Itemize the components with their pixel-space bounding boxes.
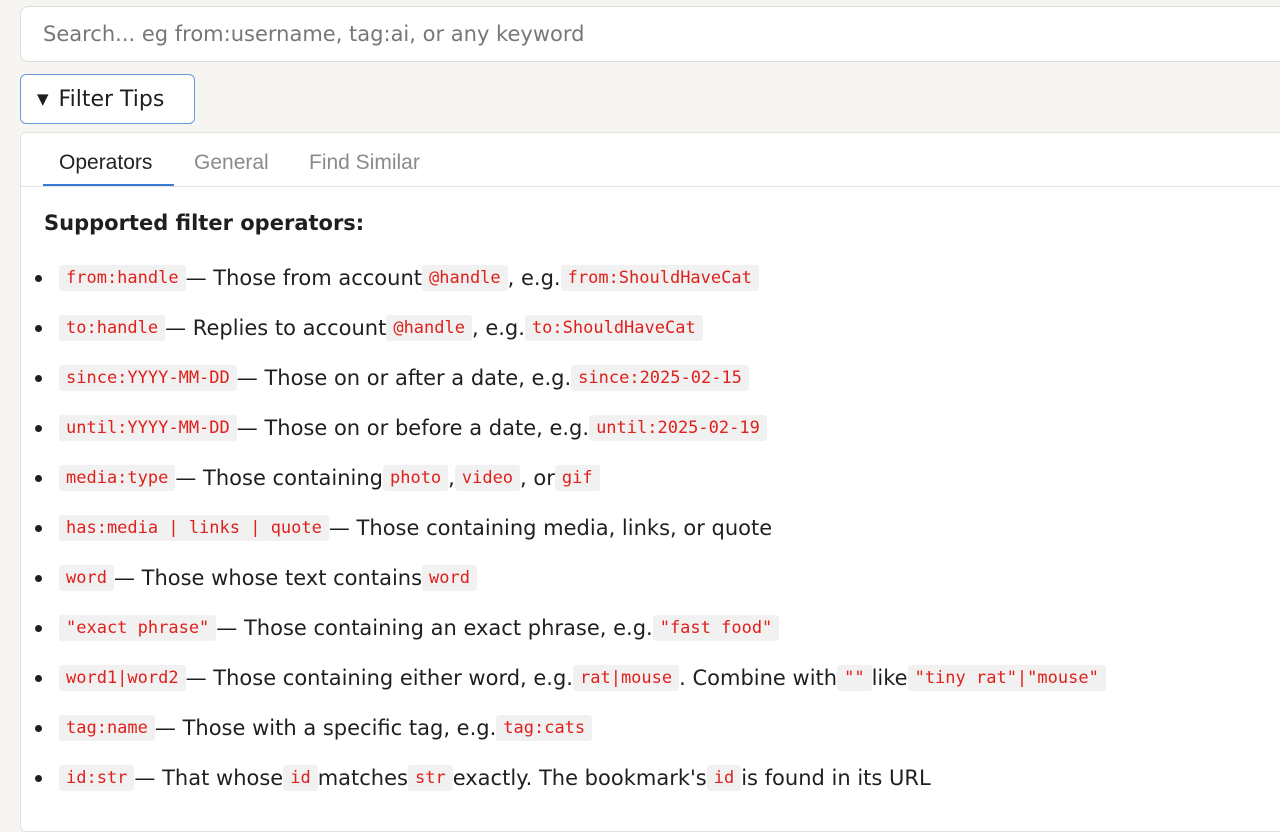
bullet-icon: [35, 625, 42, 632]
operators-heading: Supported filter operators:: [44, 211, 365, 235]
tab-bar: Operators General Find Similar: [21, 133, 1280, 187]
operator-description: , or: [520, 466, 555, 490]
operator-code: "tiny rat"|"mouse": [907, 665, 1106, 691]
operator-description: — Those on or before a date, e.g.: [236, 416, 590, 440]
list-item: "exact phrase" — Those containing an exa…: [21, 603, 1106, 653]
bullet-icon: [35, 525, 42, 532]
operator-code: id: [283, 765, 318, 791]
operator-code: tag:name: [59, 715, 155, 741]
operator-code: has:media | links | quote: [59, 515, 329, 541]
operator-description: like: [871, 666, 908, 690]
list-item: tag:name — Those with a specific tag, e.…: [21, 703, 1106, 753]
filter-tips-label: Filter Tips: [58, 86, 165, 112]
operator-code: @handle: [422, 265, 508, 291]
bullet-icon: [35, 375, 42, 382]
operator-code: photo: [382, 465, 449, 491]
bullet-icon: [35, 475, 42, 482]
operator-description: — Those containing either word, e.g.: [185, 666, 573, 690]
filter-tips-panel: Operators General Find Similar Supported…: [20, 132, 1280, 832]
search-input[interactable]: [41, 21, 1145, 47]
operator-code: until:YYYY-MM-DD: [59, 415, 237, 441]
operator-description: — Replies to account: [165, 316, 387, 340]
operator-description: — Those containing an exact phrase, e.g.: [216, 616, 653, 640]
operator-code: since:2025-02-15: [571, 365, 749, 391]
bullet-icon: [35, 275, 42, 282]
filter-tips-toggle[interactable]: ▼ Filter Tips: [20, 74, 195, 124]
operator-code: from:ShouldHaveCat: [560, 265, 759, 291]
operators-list: from:handle — Those from account @handle…: [21, 253, 1106, 803]
operator-description: — Those containing: [175, 466, 383, 490]
operator-code: until:2025-02-19: [589, 415, 767, 441]
operator-code: "exact phrase": [59, 615, 217, 641]
list-item: word — Those whose text contains word: [21, 553, 1106, 603]
list-item: from:handle — Those from account @handle…: [21, 253, 1106, 303]
tab-operators[interactable]: Operators: [59, 151, 152, 175]
operator-code: from:handle: [59, 265, 186, 291]
list-item: media:type — Those containing photo, vid…: [21, 453, 1106, 503]
search-bar[interactable]: [20, 6, 1280, 62]
active-tab-indicator: [43, 184, 174, 186]
bullet-icon: [35, 775, 42, 782]
operator-code: rat|mouse: [573, 665, 680, 691]
operator-description: — Those containing media, links, or quot…: [328, 516, 773, 540]
operator-description: — Those whose text contains: [113, 566, 423, 590]
operator-code: @handle: [386, 315, 472, 341]
bullet-icon: [35, 325, 42, 332]
operator-description: ,: [448, 466, 455, 490]
operator-code: id: [706, 765, 742, 791]
operator-code: tag:cats: [496, 715, 593, 741]
operator-description: — Those from account: [185, 266, 422, 290]
list-item: id:str — That whose id matches str exact…: [21, 753, 1106, 803]
operator-description: , e.g.: [471, 316, 525, 340]
operator-code: "": [837, 665, 872, 691]
tab-general[interactable]: General: [194, 151, 269, 175]
operator-description: . Combine with: [679, 666, 838, 690]
operator-description: , e.g.: [507, 266, 561, 290]
operator-code: to:handle: [59, 315, 166, 341]
operator-code: media:type: [59, 465, 176, 491]
bullet-icon: [35, 675, 42, 682]
caret-down-icon: ▼: [37, 90, 49, 108]
operator-description: is found in its URL: [741, 766, 931, 790]
list-item: has:media | links | quote — Those contai…: [21, 503, 1106, 553]
operator-description: exactly. The bookmark's: [452, 766, 707, 790]
operator-code: since:YYYY-MM-DD: [59, 365, 237, 391]
operator-code: to:ShouldHaveCat: [524, 315, 703, 341]
list-item: since:YYYY-MM-DD — Those on or after a d…: [21, 353, 1106, 403]
operator-code: word: [59, 565, 114, 591]
bullet-icon: [35, 725, 42, 732]
operator-code: str: [407, 765, 453, 791]
operator-code: "fast food": [652, 615, 780, 641]
list-item: until:YYYY-MM-DD — Those on or before a …: [21, 403, 1106, 453]
operator-code: word1|word2: [59, 665, 186, 691]
bullet-icon: [35, 425, 42, 432]
operator-description: matches: [317, 766, 408, 790]
tab-find-similar[interactable]: Find Similar: [309, 151, 420, 175]
operator-description: — Those on or after a date, e.g.: [236, 366, 572, 390]
bullet-icon: [35, 575, 42, 582]
operator-code: gif: [554, 465, 600, 491]
operator-code: word: [422, 565, 477, 591]
operator-description: — That whose: [134, 766, 284, 790]
list-item: to:handle — Replies to account @handle, …: [21, 303, 1106, 353]
list-item: word1|word2 — Those containing either wo…: [21, 653, 1106, 703]
operator-code: video: [454, 465, 521, 491]
operator-code: id:str: [59, 765, 135, 791]
operator-description: — Those with a specific tag, e.g.: [154, 716, 497, 740]
